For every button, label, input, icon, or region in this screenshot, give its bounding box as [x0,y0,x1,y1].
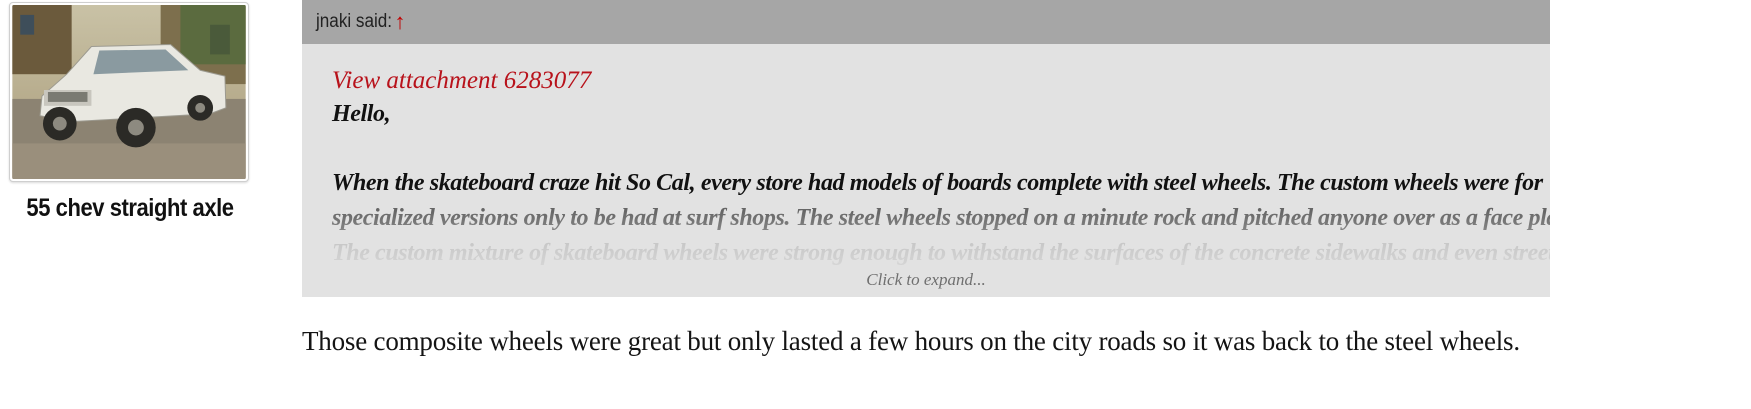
quote-line: specialized versions only to be had at s… [332,205,1550,231]
quote-block: jnaki said: ↑ View attachment 6283077 He… [302,0,1550,297]
quote-line: When the skateboard craze hit So Cal, ev… [332,170,1543,196]
quote-paragraph: When the skateboard craze hit So Cal, ev… [332,166,1550,271]
jump-to-post-icon[interactable]: ↑ [395,9,406,35]
car-photo-avatar [12,5,246,179]
quote-content: View attachment 6283077 Hello, When the … [302,44,1550,281]
quote-author: jnaki said: [316,11,393,32]
quote-line: The custom mixture of skateboard wheels … [332,240,1550,266]
avatar[interactable] [9,2,249,182]
quote-header: jnaki said: ↑ [302,0,1550,44]
user-title: 55 chev straight axle [26,194,234,222]
quote-greeting: Hello, [332,101,391,127]
click-to-expand-link[interactable]: Click to expand... [302,270,1550,290]
attachment-link[interactable]: View attachment 6283077 [332,64,1520,97]
post-text: Those composite wheels were great but on… [302,326,1520,356]
